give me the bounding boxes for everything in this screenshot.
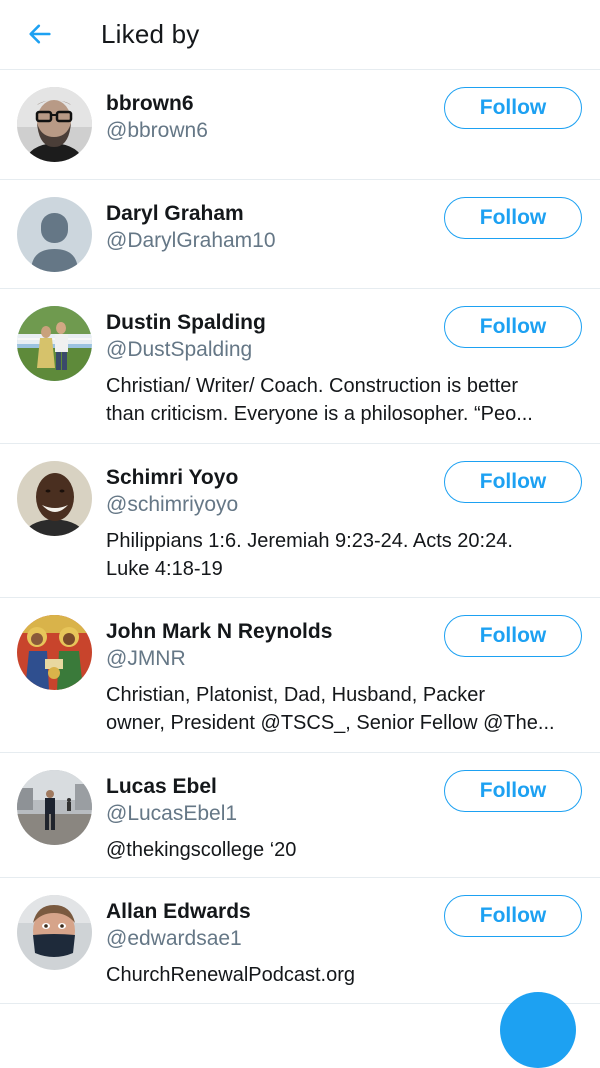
user-bio: ChurchRenewalPodcast.org xyxy=(106,961,581,989)
user-bio: @thekingscollege ‘20 xyxy=(106,836,581,864)
avatar[interactable] xyxy=(17,87,92,162)
follow-button[interactable]: Follow xyxy=(444,615,582,657)
follow-button[interactable]: Follow xyxy=(444,770,582,812)
user-handle: @DarylGraham10 xyxy=(106,229,276,252)
avatar[interactable] xyxy=(17,770,92,845)
user-row-lucas-ebel[interactable]: Lucas Ebel @LucasEbel1 @thekingscollege … xyxy=(0,753,600,878)
avatar[interactable] xyxy=(17,197,92,272)
bio-line: ChurchRenewalPodcast.org xyxy=(106,964,356,986)
user-name[interactable]: Dustin Spalding xyxy=(106,310,266,336)
user-handle: @JMNR xyxy=(106,647,186,670)
bio-line: @thekingscollege ‘20 xyxy=(106,839,297,861)
user-bio: Philippians 1:6. Jeremiah 9:23-24. Acts … xyxy=(106,527,581,583)
arrow-left-icon xyxy=(29,24,51,44)
user-row-daryl-graham[interactable]: Daryl Graham @DarylGraham10 Follow xyxy=(0,180,600,289)
user-row-bbrown6[interactable]: bbrown6 @bbrown6 Follow xyxy=(0,70,600,180)
bio-line: Philippians 1:6. Jeremiah 9:23-24. Acts … xyxy=(106,530,513,552)
follow-button[interactable]: Follow xyxy=(444,461,582,503)
user-handle: @LucasEbel1 xyxy=(106,802,238,825)
user-name[interactable]: Allan Edwards xyxy=(106,899,251,925)
avatar[interactable] xyxy=(17,306,92,381)
user-name[interactable]: Lucas Ebel xyxy=(106,774,217,800)
avatar[interactable] xyxy=(17,615,92,690)
user-row-allan-edwards[interactable]: Allan Edwards @edwardsae1 ChurchRenewalP… xyxy=(0,878,600,1004)
follow-button[interactable]: Follow xyxy=(444,895,582,937)
liked-by-list: bbrown6 @bbrown6 Follow Daryl Graham @Da… xyxy=(0,70,600,1004)
user-bio: Christian/ Writer/ Coach. Construction i… xyxy=(106,372,581,428)
bio-line: Christian, Platonist, Dad, Husband, Pack… xyxy=(106,684,486,706)
compose-fab-button[interactable] xyxy=(500,992,576,1068)
bio-line: Christian/ Writer/ Coach. Construction i… xyxy=(106,375,519,397)
user-name[interactable]: Schimri Yoyo xyxy=(106,465,238,491)
user-name[interactable]: Daryl Graham xyxy=(106,201,244,227)
user-handle: @edwardsae1 xyxy=(106,927,242,950)
back-button[interactable] xyxy=(20,14,60,54)
user-bio: Christian, Platonist, Dad, Husband, Pack… xyxy=(106,681,581,737)
user-row-dustin-spalding[interactable]: Dustin Spalding @DustSpalding Christian/… xyxy=(0,289,600,444)
user-handle: @DustSpalding xyxy=(106,338,253,361)
bio-line: Luke 4:18-19 xyxy=(106,558,223,580)
follow-button[interactable]: Follow xyxy=(444,306,582,348)
follow-button[interactable]: Follow xyxy=(444,197,582,239)
bio-line: owner, President @TSCS_, Senior Fellow @… xyxy=(106,712,555,734)
bio-line: than criticism. Everyone is a philosophe… xyxy=(106,403,533,425)
user-name[interactable]: John Mark N Reynolds xyxy=(106,619,332,645)
man-with-mask-avatar-image xyxy=(17,895,92,970)
bearded-man-avatar-image xyxy=(17,87,92,162)
user-handle: @bbrown6 xyxy=(106,119,208,142)
smiling-man-avatar-image xyxy=(17,461,92,536)
avatar[interactable] xyxy=(17,461,92,536)
user-row-john-mark-n-reynolds[interactable]: John Mark N Reynolds @JMNR Christian, Pl… xyxy=(0,598,600,753)
icon-painting-avatar-image xyxy=(17,615,92,690)
page-title: Liked by xyxy=(101,19,200,49)
follow-button[interactable]: Follow xyxy=(444,87,582,129)
avatar[interactable] xyxy=(17,895,92,970)
user-name[interactable]: bbrown6 xyxy=(106,91,194,117)
top-app-bar: Liked by xyxy=(0,0,600,70)
user-handle: @schimriyoyo xyxy=(106,493,239,516)
default-profile-icon xyxy=(17,197,92,272)
user-row-schimri-yoyo[interactable]: Schimri Yoyo @schimriyoyo Philippians 1:… xyxy=(0,444,600,598)
couple-outdoors-avatar-image xyxy=(17,306,92,381)
man-plaza-avatar-image xyxy=(17,770,92,845)
